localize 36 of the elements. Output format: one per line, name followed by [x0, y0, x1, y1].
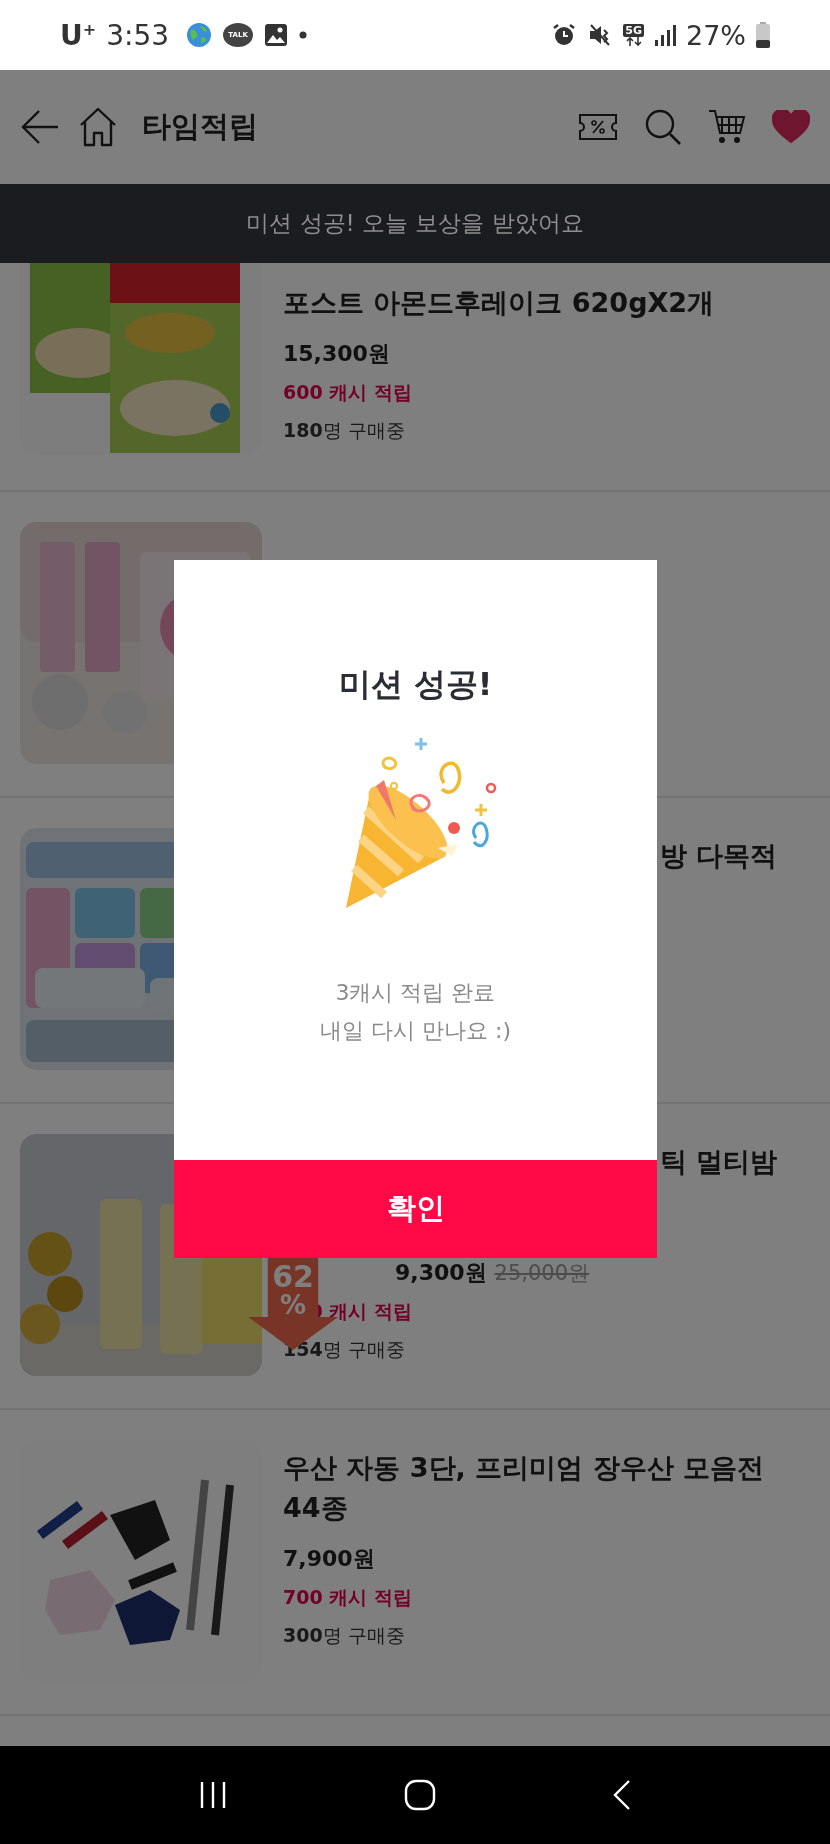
signal-icon: [654, 23, 676, 47]
discount-value: 62: [272, 1262, 314, 1292]
clock-time: 3:53: [106, 18, 170, 52]
toast-message: 미션 성공! 오늘 보상을 받았어요: [246, 209, 584, 238]
home-button-icon[interactable]: [404, 1779, 436, 1811]
product-title[interactable]: 우산 자동 3단, 프리미엄 장우산 모음전 44종: [283, 1448, 810, 1528]
cash-reward: 600 캐시 적립: [283, 380, 413, 405]
back-arrow-icon[interactable]: [20, 109, 60, 145]
product-price: 9,300원: [395, 1259, 487, 1287]
network-label: 5G: [623, 24, 644, 37]
cash-reward: 700 캐시 적립: [283, 1585, 413, 1610]
buyer-count: 180명 구매중: [283, 418, 406, 443]
dialog-message: 3캐시 적립 완료: [334, 979, 497, 1007]
product-price: 15,300원: [283, 340, 390, 368]
dialog-message: 내일 다시 만나요 :): [320, 1017, 511, 1045]
heart-icon[interactable]: [772, 110, 810, 144]
carrier-label: U$^{+}$: [60, 18, 97, 52]
search-icon[interactable]: [644, 108, 682, 146]
product-price: 7,900원: [283, 1545, 375, 1573]
globe-icon: [185, 21, 214, 49]
data-arrows-icon: [624, 37, 643, 46]
image-icon: [263, 22, 290, 48]
confirm-button[interactable]: 확인: [174, 1160, 657, 1258]
buyer-count: 300명 구매중: [283, 1623, 406, 1648]
page-title: 타임적립: [142, 108, 258, 145]
cart-icon[interactable]: [708, 108, 746, 146]
recent-apps-icon[interactable]: [198, 1780, 228, 1810]
dot-icon: [299, 31, 308, 39]
battery-icon: [756, 22, 770, 48]
battery-percent: 27%: [686, 19, 746, 51]
product-title[interactable]: 포스트 아몬드후레이크 620gX2개: [283, 283, 810, 323]
dialog-title: 미션 성공!: [338, 664, 493, 705]
coupon-icon[interactable]: [578, 112, 618, 142]
back-icon[interactable]: [612, 1779, 632, 1811]
home-icon[interactable]: [78, 107, 118, 147]
discount-unit: %: [279, 1292, 307, 1318]
